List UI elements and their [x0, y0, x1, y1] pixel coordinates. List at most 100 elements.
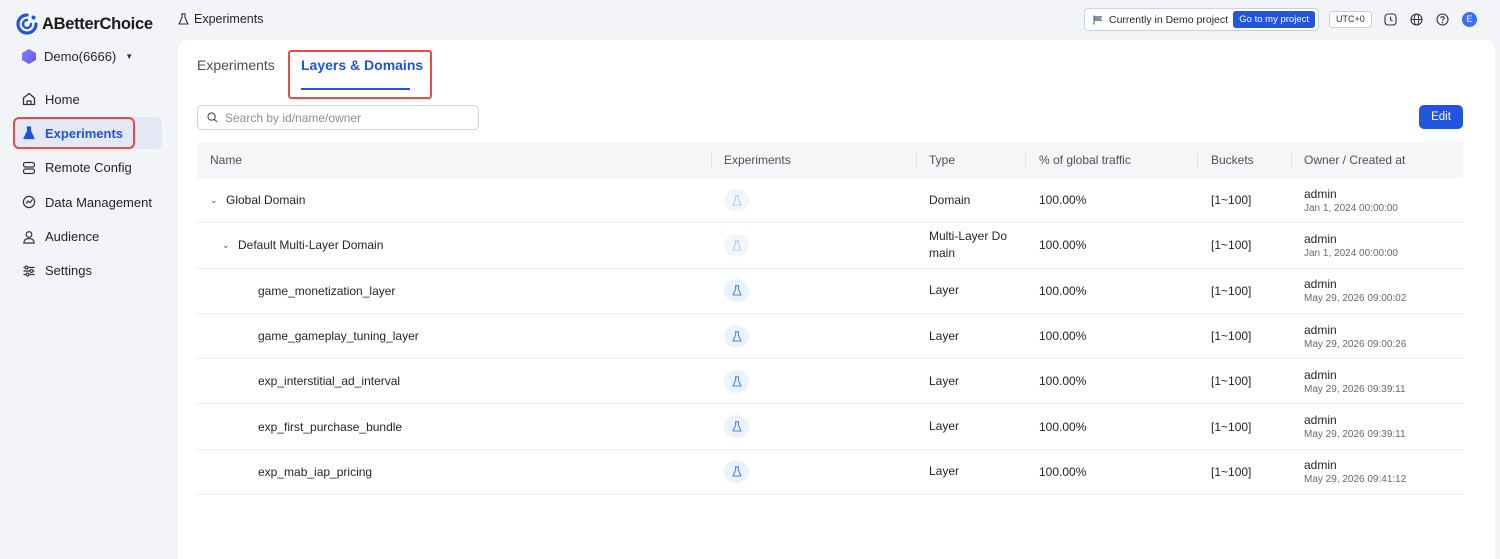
edit-button[interactable]: Edit	[1419, 105, 1463, 129]
experiments-flask-icon[interactable]	[724, 188, 749, 212]
experiments-cell	[724, 178, 749, 222]
name-cell: exp_interstitial_ad_interval	[258, 359, 400, 403]
buckets-cell: [1~100]	[1211, 404, 1251, 448]
flask-icon	[23, 126, 35, 140]
sidebar-item-experiments[interactable]: Experiments	[13, 117, 135, 150]
type-cell: Layer	[929, 269, 1013, 313]
brand-logo[interactable]: ABetterChoice	[15, 12, 153, 36]
row-name[interactable]: game_monetization_layer	[258, 284, 395, 298]
type-cell: Layer	[929, 404, 1013, 448]
column-header-type[interactable]: Type	[929, 143, 955, 178]
main-panel: Experiments Layers & Domains Edit Name E…	[178, 40, 1495, 559]
type-cell: Domain	[929, 178, 1013, 222]
avatar[interactable]: E	[1462, 12, 1477, 27]
server-icon	[22, 161, 36, 174]
experiments-cell	[724, 404, 749, 448]
project-switcher[interactable]: Demo(6666) ▼	[22, 49, 133, 64]
tab-experiments[interactable]: Experiments	[197, 57, 301, 91]
tab-layers-domains[interactable]: Layers & Domains	[301, 57, 423, 91]
table-row[interactable]: ⌄ Default Multi-Layer Domain Multi-Layer D…	[197, 223, 1463, 269]
traffic-cell: 100.00%	[1039, 269, 1086, 313]
row-owner: admin	[1304, 458, 1337, 473]
experiments-flask-icon[interactable]	[724, 415, 749, 439]
row-name[interactable]: game_gameplay_tuning_layer	[258, 329, 419, 343]
row-created-at: May 29, 2026 09:39:11	[1304, 429, 1406, 441]
top-bar: Experiments Currently in Demo project Go…	[178, 0, 1500, 40]
tab-label: Experiments	[197, 57, 275, 73]
search-box[interactable]	[197, 105, 479, 130]
row-owner: admin	[1304, 413, 1337, 428]
experiments-flask-icon[interactable]	[724, 460, 749, 484]
table-row[interactable]: exp_mab_iap_pricing Layer 100.00% [1~100] ad…	[197, 450, 1463, 496]
row-created-at: May 29, 2026 09:39:11	[1304, 383, 1406, 395]
experiments-flask-icon[interactable]	[724, 324, 749, 348]
row-type: Layer	[929, 328, 960, 343]
clock-icon[interactable]	[1384, 13, 1397, 26]
name-cell: exp_mab_iap_pricing	[258, 450, 372, 494]
row-owner: admin	[1304, 231, 1337, 246]
row-created-at: Jan 1, 2024 00:00:00	[1304, 247, 1398, 259]
buckets-cell: [1~100]	[1211, 223, 1251, 267]
chevron-down-icon[interactable]: ⌄	[222, 240, 232, 251]
help-icon[interactable]	[1436, 13, 1449, 26]
row-name[interactable]: Default Multi-Layer Domain	[238, 238, 383, 252]
project-name: Demo(6666)	[44, 49, 117, 64]
timezone-badge[interactable]: UTC+0	[1329, 11, 1372, 28]
experiments-flask-icon[interactable]	[724, 279, 749, 303]
tab-label: Layers & Domains	[301, 57, 424, 73]
type-cell: Multi-Layer Do main	[929, 223, 1013, 267]
experiments-cell	[724, 359, 749, 403]
row-owner: admin	[1304, 322, 1337, 337]
caret-down-icon: ▼	[125, 52, 134, 61]
globe-icon[interactable]	[1410, 13, 1423, 26]
sidebar-item-home[interactable]: Home	[13, 83, 162, 115]
table-header: Name Experiments Type % of global traffi…	[197, 143, 1463, 178]
row-type: Domain	[929, 192, 971, 207]
experiments-cell	[724, 314, 749, 358]
row-created-at: May 29, 2026 09:41:12	[1304, 474, 1407, 486]
column-header-name[interactable]: Name	[210, 143, 242, 178]
column-header-traffic[interactable]: % of global traffic	[1039, 143, 1131, 178]
project-hexagon-icon	[22, 49, 36, 64]
traffic-cell: 100.00%	[1039, 359, 1086, 403]
row-buckets: [1~100]	[1211, 464, 1252, 479]
search-input[interactable]	[225, 110, 465, 125]
row-created-at: May 29, 2026 09:00:02	[1304, 293, 1407, 305]
column-header-buckets[interactable]: Buckets	[1211, 143, 1254, 178]
table-row[interactable]: game_monetization_layer Layer 100.00% [1~10…	[197, 269, 1463, 314]
row-name[interactable]: Global Domain	[226, 193, 305, 207]
experiments-flask-icon[interactable]	[724, 369, 749, 393]
table-row[interactable]: exp_interstitial_ad_interval Layer 100.00%…	[197, 359, 1463, 405]
search-icon	[207, 112, 218, 123]
row-created-at: May 29, 2026 09:00:26	[1304, 338, 1407, 350]
row-type: Multi-Layer Do main	[929, 229, 1008, 261]
column-header-owner[interactable]: Owner / Created at	[1304, 143, 1405, 178]
row-name[interactable]: exp_first_purchase_bundle	[258, 420, 402, 434]
sidebar-item-audience[interactable]: Audience	[13, 221, 162, 253]
traffic-cell: 100.00%	[1039, 404, 1086, 448]
experiments-cell	[724, 269, 749, 313]
sidebar-item-settings[interactable]: Settings	[13, 255, 162, 287]
tab-bar: Experiments Layers & Domains	[197, 57, 423, 93]
column-header-experiments[interactable]: Experiments	[724, 143, 791, 178]
sidebar-nav: Home Experiments Remote Config Data Mana…	[13, 83, 162, 289]
row-type: Layer	[929, 373, 960, 388]
sidebar-item-label: Remote Config	[45, 160, 132, 176]
layers-domains-table: Name Experiments Type % of global traffi…	[197, 143, 1463, 496]
go-to-my-project-button[interactable]: Go to my project	[1233, 11, 1315, 28]
table-row[interactable]: exp_first_purchase_bundle Layer 100.00% [1~…	[197, 404, 1463, 450]
demo-project-notice: Currently in Demo project Go to my proje…	[1084, 8, 1319, 31]
owner-cell: admin May 29, 2026 09:39:11	[1304, 359, 1406, 403]
chevron-down-icon[interactable]: ⌄	[210, 195, 220, 206]
table-row[interactable]: ⌄ Global Domain Domain 100.00% [1~100] admin J…	[197, 178, 1463, 224]
traffic-cell: 100.00%	[1039, 178, 1086, 222]
buckets-cell: [1~100]	[1211, 269, 1251, 313]
sliders-icon	[23, 265, 35, 277]
table-row[interactable]: game_gameplay_tuning_layer Layer 100.00% [1…	[197, 314, 1463, 360]
experiments-flask-icon[interactable]	[724, 233, 749, 257]
row-name[interactable]: exp_mab_iap_pricing	[258, 465, 372, 479]
row-name[interactable]: exp_interstitial_ad_interval	[258, 374, 400, 388]
sidebar-item-data-management[interactable]: Data Management	[13, 186, 162, 218]
sidebar-item-remote-config[interactable]: Remote Config	[13, 152, 162, 184]
type-cell: Layer	[929, 314, 1013, 358]
